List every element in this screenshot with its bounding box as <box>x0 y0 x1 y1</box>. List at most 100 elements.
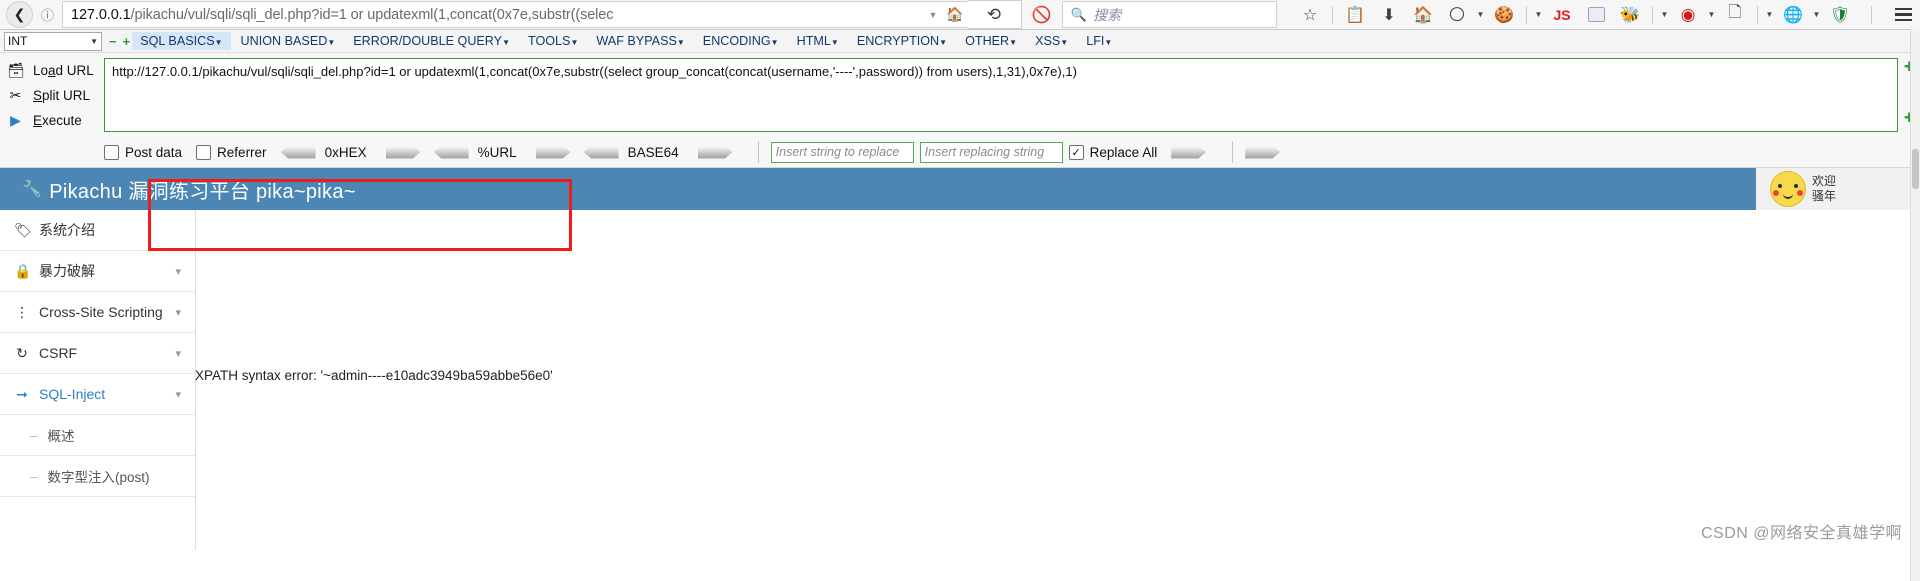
moon-icon[interactable]: 🌕 <box>1440 1 1474 29</box>
bookmark-star-icon[interactable]: ☆ <box>1293 1 1327 29</box>
url-bar[interactable]: 127.0.0.1/pikachu/vul/sqli/sqli_del.php?… <box>62 1 968 28</box>
checkbox-box <box>104 144 119 160</box>
reload-icon: ⟳ <box>987 4 1002 24</box>
hackbar-panel: INT ▼ − + SQL BASICS▼ UNION BASED▼ ERROR… <box>0 30 1920 168</box>
referrer-checkbox[interactable]: Referrer <box>196 144 267 160</box>
menu-tools[interactable]: TOOLS▼ <box>520 32 586 50</box>
menu-union-based[interactable]: UNION BASED▼ <box>233 32 344 50</box>
search-input[interactable]: 搜索 <box>1093 5 1121 25</box>
injection-type-select[interactable]: INT ▼ <box>4 31 102 51</box>
menu-label: WAF BYPASS <box>596 34 677 48</box>
dash-icon: – <box>30 427 38 443</box>
file-icon[interactable]: 🗋 <box>1718 1 1752 29</box>
sidebar-subitem-numeric-post[interactable]: – 数字型注入(post) <box>0 456 195 497</box>
menu-waf-bypass[interactable]: WAF BYPASS▼ <box>588 32 692 50</box>
menu-sql-basics[interactable]: SQL BASICS▼ <box>132 32 231 50</box>
add-button[interactable]: + <box>123 34 131 49</box>
chevron-down-icon[interactable]: ▼ <box>1763 10 1776 19</box>
replace-apply-arrow-icon[interactable] <box>1171 146 1206 159</box>
menu-other[interactable]: OTHER▼ <box>957 32 1025 50</box>
sidebar-item-csrf[interactable]: ↻ CSRF ▾ <box>0 333 195 374</box>
url-host: 127.0.0.1 <box>71 6 131 23</box>
base64-label: BASE64 <box>627 144 679 160</box>
chevron-down-icon[interactable]: ▼ <box>924 10 942 20</box>
url-encode-label: %URL <box>477 144 517 160</box>
scrollbar-thumb[interactable] <box>1912 149 1919 189</box>
url-text: 127.0.0.1/pikachu/vul/sqli/sqli_del.php?… <box>63 7 924 23</box>
hex-encode-arrow-icon[interactable] <box>386 146 421 159</box>
reader-list-icon[interactable]: 📋 <box>1338 1 1372 29</box>
menu-label: TOOLS <box>528 34 571 48</box>
execute-button[interactable]: ▶ Execute <box>0 108 104 133</box>
menu-lfi[interactable]: LFI▼ <box>1078 32 1120 50</box>
sidebar-subitem-overview[interactable]: – 概述 <box>0 415 195 456</box>
hackbar-options-row: Post data Referrer 0xHEX %URL BASE64 Ins… <box>104 132 1920 167</box>
url-converter: %URL <box>434 145 571 160</box>
home-icon[interactable]: 🏠 <box>1406 1 1440 29</box>
navigation-buttons: ❮ ⓘ <box>0 1 60 28</box>
hamburger-menu-icon[interactable] <box>1886 1 1920 29</box>
caret-icon: ▼ <box>1009 38 1018 47</box>
chevron-down-icon[interactable]: ▼ <box>1810 10 1823 19</box>
remove-button[interactable]: − <box>109 34 117 49</box>
error-highlight-box <box>148 179 572 251</box>
adblock-shield-icon[interactable]: 🛡 <box>1823 1 1857 29</box>
replace-all-checkbox[interactable]: ✓ Replace All <box>1068 144 1157 160</box>
info-circle-icon[interactable]: ⓘ <box>35 2 60 27</box>
tamper-icon[interactable] <box>1579 1 1613 29</box>
downloads-icon[interactable]: ⬇ <box>1372 1 1406 29</box>
menu-encoding[interactable]: ENCODING▼ <box>695 32 787 50</box>
xss-icon: ⋮ <box>15 303 29 320</box>
checkbox-box: ✓ <box>1068 144 1084 160</box>
url-path: /pikachu/vul/sqli/sqli_del.php?id=1 or u… <box>130 6 614 23</box>
load-url-button[interactable]: 🗃 Load URL <box>0 58 104 83</box>
post-data-label: Post data <box>125 144 183 160</box>
menu-html[interactable]: HTML▼ <box>789 32 847 50</box>
sidebar-subitem-label: 数字型注入(post) <box>47 470 150 485</box>
extra-apply-arrow-icon[interactable] <box>1245 146 1280 159</box>
url-encode-arrow-icon[interactable] <box>536 146 571 159</box>
base64-converter: BASE64 <box>584 145 733 160</box>
base64-encode-arrow-icon[interactable] <box>698 146 733 159</box>
noscript-blocked-icon[interactable]: 🚫 <box>1022 5 1062 25</box>
csrf-icon: ↻ <box>16 344 28 361</box>
replace-find-input[interactable]: Insert string to replace <box>770 141 914 163</box>
chevron-down-icon[interactable]: ▼ <box>1474 10 1487 19</box>
home-icon[interactable]: 🏠 <box>942 6 968 23</box>
search-bar[interactable]: 🔍 搜索 <box>1061 1 1277 28</box>
caret-icon: ▼ <box>570 38 579 47</box>
chrome-logo-icon[interactable]: 🌐 <box>1776 1 1810 29</box>
replace-with-input[interactable]: Insert replacing string <box>919 141 1063 163</box>
url-textarea[interactable]: http://127.0.0.1/pikachu/vul/sqli/sqli_d… <box>104 58 1898 132</box>
caret-icon: ▼ <box>502 38 510 47</box>
divider <box>1757 5 1758 24</box>
split-url-button[interactable]: ✂ Split URL <box>0 83 104 108</box>
menu-label: OTHER <box>965 34 1010 48</box>
menu-encryption[interactable]: ENCRYPTION▼ <box>849 32 955 50</box>
sidebar-item-bruteforce[interactable]: 🔒 暴力破解 ▾ <box>0 251 195 292</box>
divider <box>1332 5 1333 24</box>
divider <box>1232 141 1234 163</box>
chevron-down-icon[interactable]: ▼ <box>1705 10 1718 19</box>
hex-decode-arrow-icon[interactable] <box>281 146 316 159</box>
sidebar-item-sql-inject[interactable]: ➞ SQL-Inject ▾ <box>0 374 195 415</box>
browser-toolbar: ❮ ⓘ 127.0.0.1/pikachu/vul/sqli/sqli_del.… <box>0 0 1920 30</box>
post-data-checkbox[interactable]: Post data <box>104 144 183 160</box>
js-toggle-icon[interactable]: JS <box>1545 1 1579 29</box>
back-icon[interactable]: ❮ <box>6 1 33 28</box>
base64-decode-arrow-icon[interactable] <box>584 146 619 159</box>
menu-xss[interactable]: XSS▼ <box>1027 32 1076 50</box>
xpath-error-message: XPATH syntax error: '~admin----e10adc394… <box>195 368 553 383</box>
sidebar-item-xss[interactable]: ⋮ Cross-Site Scripting ▾ <box>0 292 195 333</box>
reload-button[interactable]: ⟳ <box>968 0 1022 29</box>
chevron-down-icon[interactable]: ▼ <box>1658 10 1671 19</box>
menu-error-double-query[interactable]: ERROR/DOUBLE QUERY▼ <box>345 32 518 50</box>
page-content: 🔧 Pikachu 漏洞练习平台 pika~pika~ 欢迎 骚年 🏷 系统介绍… <box>0 168 1920 550</box>
hackbar-icon[interactable]: ◉ <box>1671 1 1705 29</box>
chevron-down-icon[interactable]: ▼ <box>1532 10 1545 19</box>
page-scrollbar[interactable] <box>1910 29 1920 581</box>
add-remove-controls: − + <box>109 34 130 49</box>
url-decode-arrow-icon[interactable] <box>434 146 469 159</box>
cookie-icon[interactable]: 🍪 <box>1487 1 1521 29</box>
bug-icon[interactable]: 🐝 <box>1613 1 1647 29</box>
